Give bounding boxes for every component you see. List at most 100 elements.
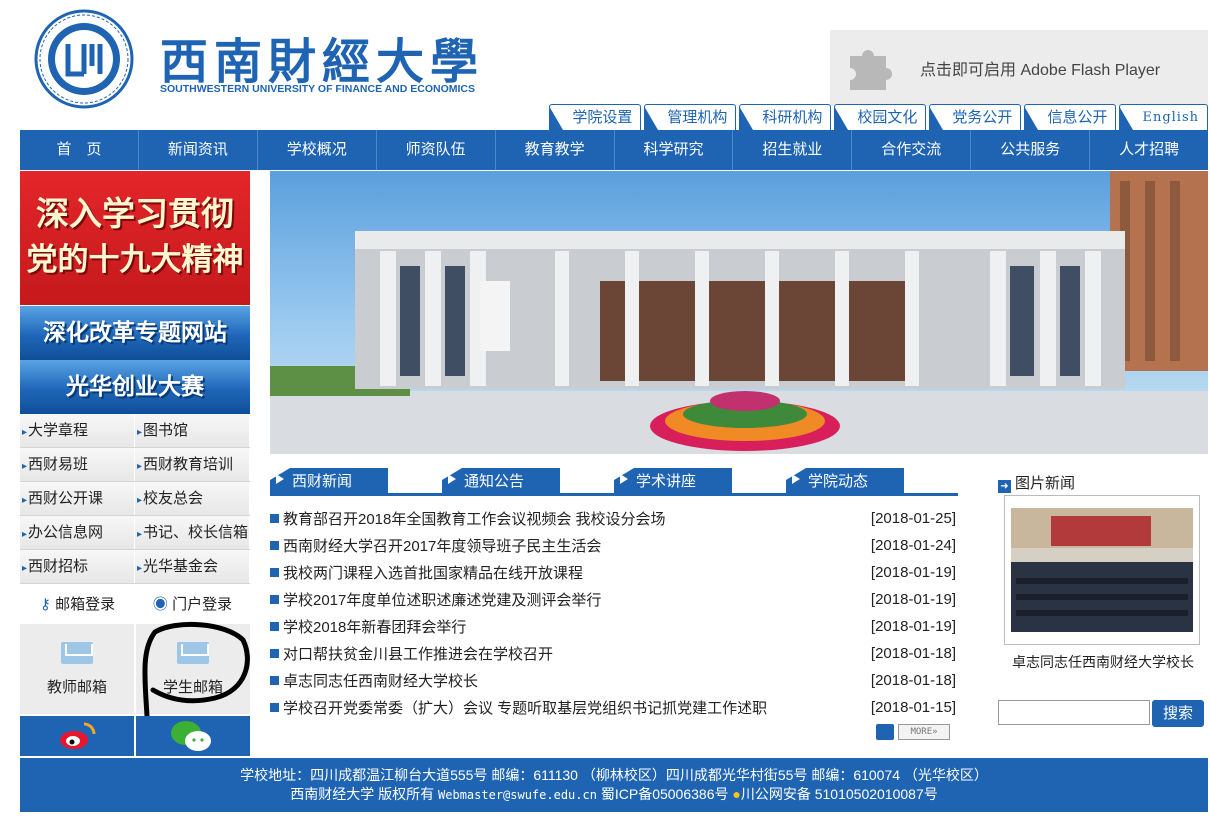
banner-reform-site[interactable]: 深化改革专题网站 [20, 306, 250, 360]
campus-building-illustration [270, 171, 1208, 454]
tab-administration[interactable]: 管理机构 [644, 104, 737, 130]
tab-research-institutes[interactable]: 科研机构 [739, 104, 832, 130]
logo-chinese-name: 西南財經大學 [160, 34, 485, 90]
bullet-icon [270, 595, 279, 604]
webmaster-email[interactable]: Webmaster@swufe.edu.cn [438, 788, 597, 802]
more-button[interactable]: MORE» [898, 724, 950, 740]
nav-news[interactable]: 新闻资讯 [139, 130, 258, 170]
quick-links-row: ▸办公信息网 ▸书记、校长信箱 [20, 516, 250, 550]
portal-login-label: 门户登录 [172, 596, 233, 613]
link-foundation[interactable]: ▸光华基金会 [135, 550, 250, 583]
news-date: [2018-01-15] [870, 699, 956, 716]
bullet-icon [270, 649, 279, 658]
news-item[interactable]: 卓志同志任西南财经大学校长 [2018-01-18] [270, 667, 958, 694]
news-item[interactable]: 学校2018年新春团拜会举行 [2018-01-19] [270, 613, 958, 640]
tab-college-news[interactable]: 学院动态 [786, 468, 904, 494]
news-date: [2018-01-24] [870, 537, 956, 554]
news-title: 卓志同志任西南财经大学校长 [283, 673, 479, 690]
tab-notices[interactable]: 通知公告 [442, 468, 560, 494]
link-label: 校友总会 [143, 490, 204, 507]
tab-party-affairs[interactable]: 党务公开 [929, 104, 1022, 130]
arrow-icon: ▸ [22, 461, 28, 472]
banner-guanghua-contest[interactable]: 光华创业大赛 [20, 360, 250, 414]
tab-info-disclosure[interactable]: 信息公开 [1024, 104, 1117, 130]
nav-recruitment[interactable]: 人才招聘 [1090, 130, 1208, 170]
nav-research[interactable]: 科学研究 [615, 130, 734, 170]
link-label: 西财招标 [28, 558, 89, 575]
key-icon: ⚷ [39, 596, 51, 613]
icp-text: 蜀ICP备05006386号 [596, 786, 733, 802]
student-mailbox[interactable]: 学生邮箱 [136, 624, 250, 714]
link-office[interactable]: ▸办公信息网 [20, 516, 135, 549]
banner-red-line1: 深入学习贯彻 [36, 194, 234, 233]
nav-about[interactable]: 学校概况 [258, 130, 377, 170]
social-links [20, 716, 250, 756]
nav-cooperation[interactable]: 合作交流 [852, 130, 972, 170]
link-label: 西财教育培训 [143, 456, 234, 473]
news-list: 教育部召开2018年全国教育工作会议视频会 我校设分会场 [2018-01-25]… [270, 505, 958, 721]
page: 西南財經大學 SOUTHWESTERN UNIVERSITY OF FINANC… [0, 0, 1210, 817]
nav-public-services[interactable]: 公共服务 [971, 130, 1091, 170]
news-item[interactable]: 学校2017年度单位述职述廉述党建及测评会举行 [2018-01-19] [270, 586, 958, 613]
news-item[interactable]: 我校两门课程入选首批国家精品在线开放课程 [2018-01-19] [270, 559, 958, 586]
link-library[interactable]: ▸图书馆 [135, 414, 250, 447]
news-item[interactable]: 教育部召开2018年全国教育工作会议视频会 我校设分会场 [2018-01-25] [270, 505, 958, 532]
news-title: 对口帮扶贫金川县工作推进会在学校召开 [283, 646, 554, 663]
link-tender[interactable]: ▸西财招标 [20, 550, 135, 583]
tab-college-settings[interactable]: 学院设置 [549, 104, 642, 130]
wechat-icon[interactable] [136, 716, 250, 756]
picture-news-caption[interactable]: 卓志同志任西南财经大学校长 [998, 652, 1208, 672]
picture-news-frame[interactable] [1004, 495, 1200, 645]
link-training[interactable]: ▸西财教育培训 [135, 448, 250, 481]
link-alumni[interactable]: ▸校友总会 [135, 482, 250, 515]
rss-icon[interactable] [876, 724, 894, 740]
bullet-icon [270, 703, 279, 712]
news-item[interactable]: 西南财经大学召开2017年度领导班子民主生活会 [2018-01-24] [270, 532, 958, 559]
search-button[interactable]: 搜索 [1152, 700, 1204, 727]
link-open-course[interactable]: ▸西财公开课 [20, 482, 135, 515]
tab-english[interactable]: English [1119, 104, 1208, 130]
hero-campus-image[interactable] [270, 171, 1208, 454]
link-yiban[interactable]: ▸西财易班 [20, 448, 135, 481]
tab-swufe-news[interactable]: 西财新闻 [270, 468, 388, 494]
news-tabs: 西财新闻 通知公告 学术讲座 学院动态 [270, 468, 958, 496]
search-input[interactable] [998, 700, 1150, 725]
banner-19th-congress[interactable]: 深入学习贯彻 党的十九大精神 [20, 171, 250, 305]
teacher-mailbox[interactable]: 教师邮箱 [20, 624, 134, 714]
tab-campus-culture[interactable]: 校园文化 [834, 104, 927, 130]
nav-education[interactable]: 教育教学 [496, 130, 615, 170]
link-mailbox-president[interactable]: ▸书记、校长信箱 [135, 516, 250, 549]
arrow-icon: ▸ [137, 495, 143, 506]
news-date: [2018-01-19] [870, 591, 956, 608]
link-label: 大学章程 [28, 422, 89, 439]
police-badge-icon: ● [732, 786, 741, 802]
copyright-text: 西南财经大学 版权所有 [290, 786, 439, 802]
university-logo-icon[interactable] [26, 8, 146, 110]
link-label: 西财公开课 [28, 490, 104, 507]
tab-lectures[interactable]: 学术讲座 [614, 468, 732, 494]
arrow-icon: ▸ [137, 461, 143, 472]
nav-home[interactable]: 首 页 [20, 130, 139, 170]
weibo-icon[interactable] [20, 716, 134, 756]
portal-login[interactable]: ◉ 门户登录 [135, 586, 250, 624]
flash-enable-text: 点击即可启用 Adobe Flash Player [920, 62, 1161, 79]
banner-red-line2: 党的十九大精神 [26, 242, 244, 278]
mail-login[interactable]: ⚷ 邮箱登录 [20, 586, 135, 624]
arrow-icon: ▸ [137, 427, 143, 438]
arrow-icon: ▸ [22, 495, 28, 506]
news-title: 教育部召开2018年全国教育工作会议视频会 我校设分会场 [283, 511, 666, 528]
police-record-text: 川公网安备 51010502010087号 [740, 786, 938, 802]
news-item[interactable]: 对口帮扶贫金川县工作推进会在学校召开 [2018-01-18] [270, 640, 958, 667]
link-charter[interactable]: ▸大学章程 [20, 414, 135, 447]
nav-admission[interactable]: 招生就业 [733, 130, 853, 170]
nav-faculty[interactable]: 师资队伍 [377, 130, 496, 170]
flash-placeholder[interactable]: 点击即可启用 Adobe Flash Player [830, 30, 1208, 106]
news-item[interactable]: 学校召开党委常委（扩大）会议 专题听取基层党组织书记抓党建工作述职 [2018-0… [270, 694, 958, 721]
portal-icon: ◉ [152, 596, 168, 613]
student-mailbox-label: 学生邮箱 [162, 679, 223, 696]
arrow-icon: ▸ [137, 529, 143, 540]
arrow-icon: ▸ [22, 563, 28, 574]
bullet-icon [270, 676, 279, 685]
quick-links-row: ▸大学章程 ▸图书馆 [20, 414, 250, 448]
bullet-icon [270, 541, 279, 550]
